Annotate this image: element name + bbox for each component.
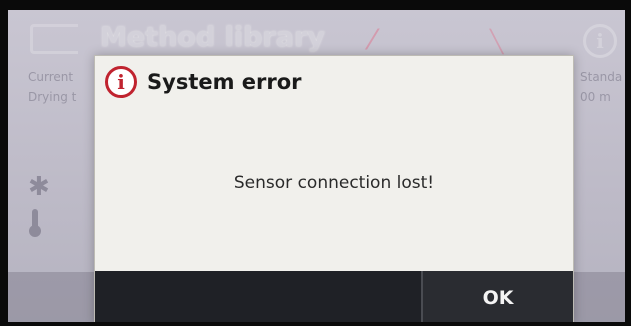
error-info-icon: i: [105, 66, 137, 98]
background-row-current: Current: [28, 70, 74, 84]
background-row-drying: Drying t: [28, 90, 77, 104]
ok-button[interactable]: OK: [423, 271, 573, 322]
thermometer-icon: [28, 208, 42, 245]
system-error-dialog: i System error Sensor connection lost! O…: [94, 55, 574, 322]
info-icon[interactable]: i: [583, 24, 617, 58]
dialog-title: System error: [147, 70, 302, 94]
tool-icon[interactable]: ╲: [490, 32, 510, 54]
device-screen: Method library ⁄ ╲ i Current Drying t St…: [8, 10, 625, 322]
dialog-footer: OK: [95, 271, 573, 322]
dialog-message: Sensor connection lost!: [233, 173, 435, 193]
back-icon[interactable]: [30, 24, 78, 54]
thermometer-icon-graphic: [29, 209, 41, 237]
background-row-standard: Standa: [580, 70, 623, 84]
asterisk-icon: ✱: [28, 172, 50, 202]
footer-empty-area: [95, 271, 423, 322]
edit-icon[interactable]: ⁄: [370, 26, 410, 54]
background-row-value: 00 m: [580, 90, 611, 104]
dialog-header: i System error: [95, 56, 573, 106]
background-title: Method library: [100, 22, 325, 53]
